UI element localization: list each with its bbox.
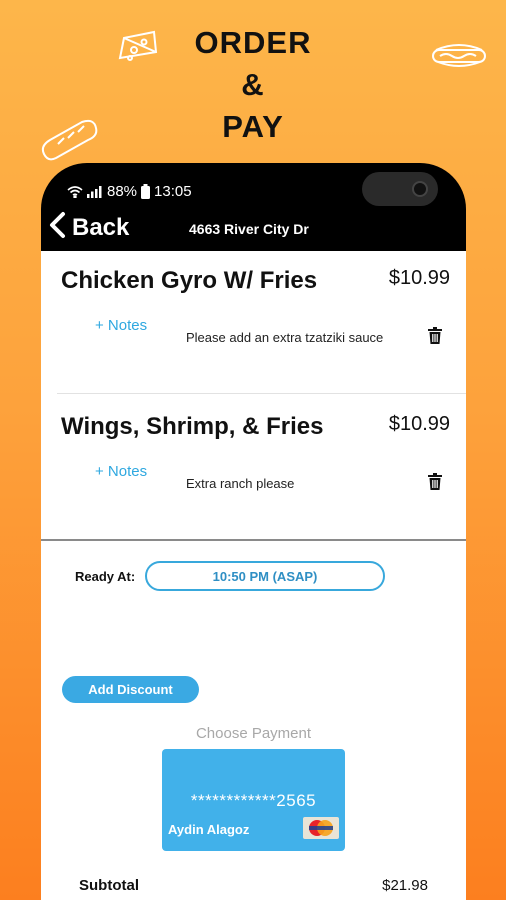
- cheese-doodle-icon: [116, 28, 160, 70]
- trash-icon[interactable]: [428, 473, 442, 495]
- subtotal-label: Subtotal: [79, 877, 139, 894]
- bread-doodle-icon: [38, 116, 100, 164]
- back-button[interactable]: Back: [48, 211, 129, 245]
- battery-percent: 88%: [107, 182, 138, 200]
- item-name: Chicken Gyro W/ Fries: [61, 267, 318, 294]
- subtotal-value: $21.98: [382, 877, 428, 894]
- card-number: ************2565: [190, 791, 317, 810]
- item-name: Wings, Shrimp, & Fries: [61, 413, 324, 440]
- trash-icon[interactable]: [428, 327, 442, 349]
- phone-frame: 88% 13:05 Back 4663 River City Dr Chicke: [41, 163, 466, 900]
- card-holder-name: Aydin Alagoz: [168, 822, 250, 837]
- item-price: $10.99: [388, 267, 450, 289]
- restaurant-address: 4663 River City Dr: [189, 221, 309, 237]
- item-note: Please add an extra tzatziki sauce: [186, 330, 384, 345]
- hotdog-doodle-icon: [430, 36, 488, 72]
- status-time: 13:05: [154, 182, 192, 200]
- payment-card[interactable]: ************2565 Aydin Alagoz: [162, 749, 345, 851]
- item-divider: [57, 393, 466, 394]
- choose-payment-heading: Choose Payment: [195, 725, 312, 742]
- cart-item: Chicken Gyro W/ Fries $10.99 + Notes Ple…: [41, 251, 466, 397]
- ready-time-selector[interactable]: 10:50 PM (ASAP): [145, 561, 385, 591]
- battery-icon: [141, 183, 151, 199]
- add-discount-button[interactable]: Add Discount: [62, 676, 199, 703]
- camera-cutout: [362, 172, 438, 206]
- back-label: Back: [72, 214, 130, 241]
- signal-icon: [87, 185, 103, 198]
- chevron-left-icon: [48, 211, 72, 246]
- ready-at-label: Ready At:: [75, 569, 136, 584]
- camera-lens-icon: [412, 181, 428, 197]
- item-note: Extra ranch please: [186, 476, 295, 491]
- order-screen: Chicken Gyro W/ Fries $10.99 + Notes Ple…: [41, 251, 466, 900]
- mastercard-logo-icon: [303, 817, 339, 844]
- wifi-icon: [67, 185, 83, 198]
- status-indicators: 88% 13:05: [67, 182, 192, 200]
- add-notes-button[interactable]: + Notes: [95, 317, 147, 334]
- cart-item: Wings, Shrimp, & Fries $10.99 + Notes Ex…: [41, 397, 466, 543]
- item-price: $10.99: [388, 413, 450, 435]
- add-notes-button[interactable]: + Notes: [95, 463, 147, 480]
- cart-divider: [41, 539, 466, 541]
- nav-bar: Back 4663 River City Dr: [41, 207, 466, 251]
